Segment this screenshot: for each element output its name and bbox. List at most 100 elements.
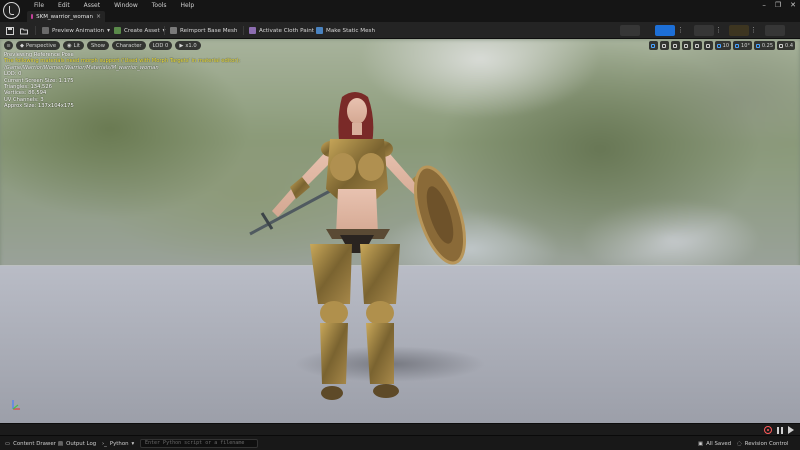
perspective-label: Perspective	[26, 42, 57, 49]
scale-icon	[684, 43, 689, 48]
toolbar-divider	[243, 26, 244, 35]
menu-help[interactable]: Help	[174, 1, 202, 10]
terminal-icon: ›_	[102, 440, 107, 447]
move-icon	[662, 43, 667, 48]
translate-mode-button[interactable]	[659, 41, 669, 50]
asset-tab[interactable]: SKM_warrior_woman ×	[27, 11, 105, 22]
python-console-selector[interactable]: ›_ Python ▾	[102, 439, 134, 448]
hamburger-icon: ≡	[6, 42, 11, 49]
rotate-icon	[673, 43, 678, 48]
preview-animation-button[interactable]: Preview Animation ▾	[42, 25, 110, 36]
play-icon: ▶	[179, 42, 184, 49]
activate-cloth-paint-button[interactable]: Activate Cloth Paint	[249, 25, 314, 36]
reimport-button[interactable]: Reimport Base Mesh	[170, 25, 237, 36]
blueprint-mode-button[interactable]	[729, 25, 749, 36]
make-static-mesh-button[interactable]: Make Static Mesh	[316, 25, 375, 36]
save-icon	[6, 26, 14, 35]
preview-viewport[interactable]: ≡ ◆ Perspective ◉ Lit Show Character LOD…	[0, 39, 800, 423]
menu-window[interactable]: Window	[107, 1, 145, 10]
output-log-label: Output Log	[66, 440, 97, 447]
chevron-down-icon: ▾	[131, 440, 135, 447]
rotation-snap-button[interactable]: 10°	[733, 41, 752, 50]
show-button[interactable]: Show	[86, 41, 109, 50]
maximize-button[interactable]: ❐	[775, 1, 781, 9]
python-command-input[interactable]: Enter Python script or a filename	[140, 439, 258, 448]
skeletal-mesh-icon	[31, 14, 34, 19]
physics-mode-button[interactable]	[765, 25, 785, 36]
playback-speed-label: x1.0	[185, 42, 197, 49]
angle-icon	[735, 43, 740, 48]
mesh-mode-options-icon[interactable]: ⋮	[677, 25, 684, 36]
perspective-icon: ◆	[20, 42, 24, 49]
lod-button[interactable]: LOD 0	[148, 41, 173, 50]
content-drawer-label: Content Drawer	[13, 440, 56, 447]
rotate-mode-button[interactable]	[670, 41, 680, 50]
character-label: Character	[115, 42, 142, 49]
browse-button[interactable]	[20, 25, 28, 36]
scale-mode-button[interactable]	[681, 41, 691, 50]
content-drawer-icon: ▭	[5, 440, 11, 447]
minimize-button[interactable]: –	[762, 1, 766, 9]
view-mode-label: Lit	[73, 42, 80, 49]
menu-bar: File Edit Asset Window Tools Help	[27, 1, 201, 10]
character-button[interactable]: Character	[111, 41, 146, 50]
select-mode-button[interactable]	[648, 41, 658, 50]
reimport-icon	[170, 27, 177, 34]
cloth-paint-icon	[249, 27, 256, 34]
save-button[interactable]	[6, 25, 14, 36]
create-asset-icon	[114, 27, 121, 34]
window-controls: – ❐ ✕	[762, 1, 796, 9]
select-icon	[651, 43, 656, 48]
status-bar: ▭ Content Drawer ▤ Output Log ›_ Python …	[0, 435, 800, 450]
asset-tab-label: SKM_warrior_woman	[36, 13, 93, 20]
close-window-button[interactable]: ✕	[790, 1, 796, 9]
viewport-options-button[interactable]: ≡	[4, 41, 13, 50]
rotation-snap-value: 10°	[741, 42, 750, 49]
animation-mode-options-icon[interactable]: ⋮	[715, 25, 722, 36]
camera-speed-value: 0.4	[785, 42, 793, 49]
lod-label: LOD 0	[152, 42, 169, 49]
surface-snap-button[interactable]	[703, 41, 713, 50]
output-log-icon: ▤	[58, 440, 64, 447]
static-mesh-icon	[316, 27, 323, 34]
create-asset-button[interactable]: Create Asset ▾	[114, 25, 165, 36]
scale-snap-value: 0.25	[761, 42, 774, 49]
menu-tools[interactable]: Tools	[145, 1, 174, 10]
reimport-label: Reimport Base Mesh	[180, 27, 238, 34]
preview-animation-label: Preview Animation	[52, 27, 105, 34]
mesh-mode-button[interactable]	[655, 25, 675, 36]
content-drawer-button[interactable]: ▭ Content Drawer	[5, 439, 56, 448]
grid-icon	[716, 43, 721, 48]
close-tab-icon[interactable]: ×	[96, 13, 101, 20]
perspective-button[interactable]: ◆ Perspective	[16, 41, 61, 50]
title-bar: File Edit Asset Window Tools Help SKM_wa…	[0, 0, 800, 22]
coordinate-space-button[interactable]	[692, 41, 702, 50]
output-log-button[interactable]: ▤ Output Log	[58, 439, 96, 448]
activate-cloth-paint-label: Activate Cloth Paint	[259, 27, 314, 34]
save-status[interactable]: ▣ All Saved	[698, 439, 731, 448]
blueprint-mode-options-icon[interactable]: ⋮	[750, 25, 757, 36]
grid-snap-button[interactable]: 10	[714, 41, 732, 50]
globe-icon	[695, 43, 700, 48]
skeleton-mode-button[interactable]	[620, 25, 640, 36]
pause-button[interactable]	[777, 426, 783, 434]
menu-edit[interactable]: Edit	[51, 1, 77, 10]
menu-asset[interactable]: Asset	[77, 1, 107, 10]
animation-mode-button[interactable]	[694, 25, 714, 36]
viewport-stats-overlay: Previewing Reference Pose The following …	[4, 52, 240, 110]
record-button[interactable]	[764, 426, 772, 434]
revision-control-icon: ◌	[737, 440, 742, 447]
camera-speed-button[interactable]: 0.4	[777, 41, 795, 50]
view-mode-button[interactable]: ◉ Lit	[63, 41, 84, 50]
main-toolbar: Preview Animation ▾ Create Asset ▾ Reimp…	[0, 22, 800, 39]
playback-speed-button[interactable]: ▶ x1.0	[175, 41, 201, 50]
revision-control-button[interactable]: ◌ Revision Control	[737, 439, 788, 448]
play-button[interactable]	[788, 426, 794, 434]
create-asset-label: Create Asset	[124, 27, 160, 34]
menu-file[interactable]: File	[27, 1, 51, 10]
scale-snap-button[interactable]: 0.25	[753, 41, 776, 50]
folder-icon	[20, 28, 28, 34]
unreal-logo-icon[interactable]	[3, 2, 20, 19]
lit-icon: ◉	[67, 42, 72, 49]
scale-snap-icon	[755, 43, 760, 48]
